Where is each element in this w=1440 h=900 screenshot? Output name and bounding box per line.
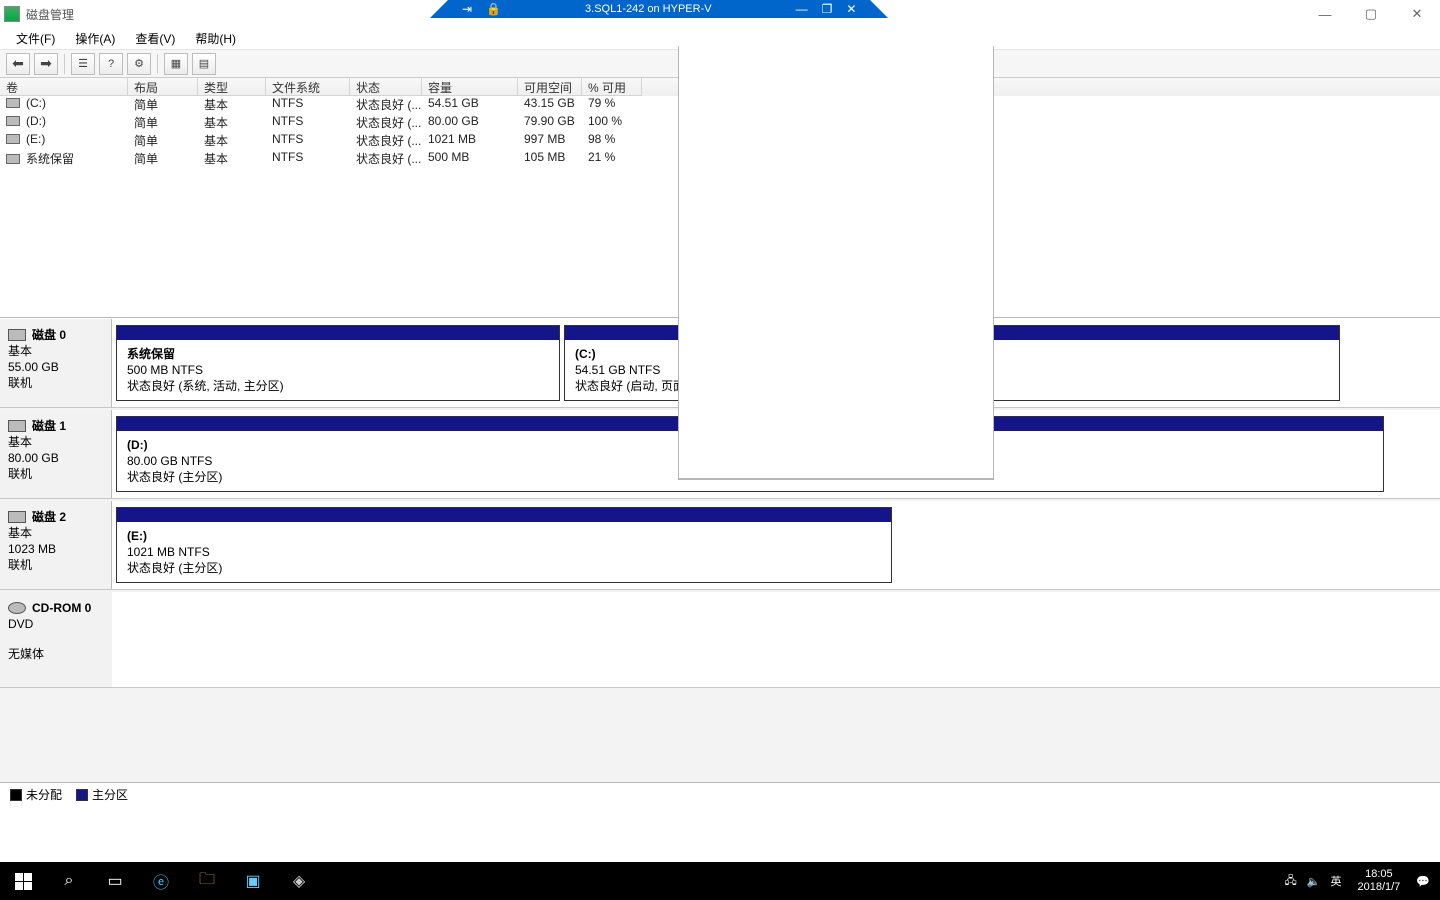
hv-max-button[interactable]: ❐	[822, 2, 833, 16]
explorer-icon[interactable]: 🗀	[184, 862, 230, 900]
cdrom-icon	[8, 602, 26, 614]
pin-icon[interactable]: ⇥	[462, 2, 472, 16]
properties-button[interactable]: ⚙	[127, 53, 151, 75]
partition-e[interactable]: (E:) 1021 MB NTFS 状态良好 (主分区)	[116, 507, 892, 583]
ie-icon[interactable]: ⓔ	[138, 862, 184, 900]
generic-app-icon[interactable]: ◈	[276, 862, 322, 900]
col-volume[interactable]: 卷	[0, 78, 128, 96]
menu-view[interactable]: 查看(V)	[127, 28, 183, 49]
hv-min-button[interactable]: —	[796, 2, 808, 16]
start-button[interactable]	[0, 862, 46, 900]
window-max-button[interactable]: ▢	[1348, 0, 1394, 28]
task-view-button[interactable]: ▭	[92, 862, 138, 900]
disk-2-row[interactable]: 磁盘 2 基本 1023 MB 联机 (E:) 1021 MB NTFS 状态良…	[0, 501, 1440, 590]
disk-name: 磁盘 0	[32, 328, 66, 342]
col-free[interactable]: 可用空间	[518, 78, 582, 96]
taskbar: ⌕ ▭ ⓔ 🗀 ▣ ◈ 🖧 🔈 英 18:05 2018/1/7 💬	[0, 862, 1440, 900]
hyperv-title: 3.SQL1-242 on HYPER-V	[515, 3, 782, 15]
app-title: 磁盘管理	[26, 6, 74, 23]
window-min-button[interactable]: —	[1302, 0, 1348, 28]
refresh-button[interactable]: ☰	[71, 53, 95, 75]
cdrom-row[interactable]: CD-ROM 0 DVD 无媒体	[0, 592, 1440, 688]
col-status[interactable]: 状态	[350, 78, 422, 96]
disk-icon	[8, 420, 26, 432]
action-center-icon[interactable]: 💬	[1416, 875, 1430, 888]
ime-indicator[interactable]: 英	[1330, 873, 1341, 889]
menu-file[interactable]: 文件(F)	[8, 28, 63, 49]
col-layout[interactable]: 布局	[128, 78, 198, 96]
legend: 未分配 主分区	[0, 782, 1440, 806]
legend-primary-swatch	[76, 789, 88, 801]
server-manager-icon[interactable]: ▣	[230, 862, 276, 900]
search-button[interactable]: ⌕	[46, 862, 92, 900]
view-detail-button[interactable]: ▤	[192, 53, 216, 75]
hyperv-connection-bar: ⇥ 🔒 3.SQL1-242 on HYPER-V — ❐ ✕	[430, 0, 888, 18]
help-button[interactable]: ?	[99, 53, 123, 75]
col-type[interactable]: 类型	[198, 78, 266, 96]
col-pct[interactable]: % 可用	[582, 78, 642, 96]
window-close-button[interactable]: ✕	[1394, 0, 1440, 28]
app-icon	[4, 6, 20, 22]
floating-overlay	[678, 46, 994, 480]
disk-name: 磁盘 2	[32, 510, 66, 524]
lock-icon: 🔒	[486, 2, 501, 16]
view-grid-button[interactable]: ▦	[164, 53, 188, 75]
legend-unallocated-swatch	[10, 789, 22, 801]
hv-close-button[interactable]: ✕	[846, 2, 856, 16]
disk-name: CD-ROM 0	[32, 601, 91, 615]
disk-icon	[8, 511, 26, 523]
forward-button[interactable]: ➡	[34, 53, 58, 75]
col-capacity[interactable]: 容量	[422, 78, 518, 96]
back-button[interactable]: ⬅	[6, 53, 30, 75]
partition-system-reserved[interactable]: 系统保留 500 MB NTFS 状态良好 (系统, 活动, 主分区)	[116, 325, 560, 401]
menu-action[interactable]: 操作(A)	[67, 28, 123, 49]
col-filesystem[interactable]: 文件系统	[266, 78, 350, 96]
disk-icon	[8, 329, 26, 341]
disk-name: 磁盘 1	[32, 419, 66, 433]
clock[interactable]: 18:05 2018/1/7	[1351, 868, 1406, 894]
tray-network-icon[interactable]: 🖧	[1285, 872, 1297, 891]
window-title-bar: 磁盘管理 — ▢ ✕ ⇥ 🔒 3.SQL1-242 on HYPER-V — ❐…	[0, 0, 1440, 28]
tray-volume-icon[interactable]: 🔈	[1307, 875, 1321, 888]
menu-help[interactable]: 帮助(H)	[187, 28, 244, 49]
